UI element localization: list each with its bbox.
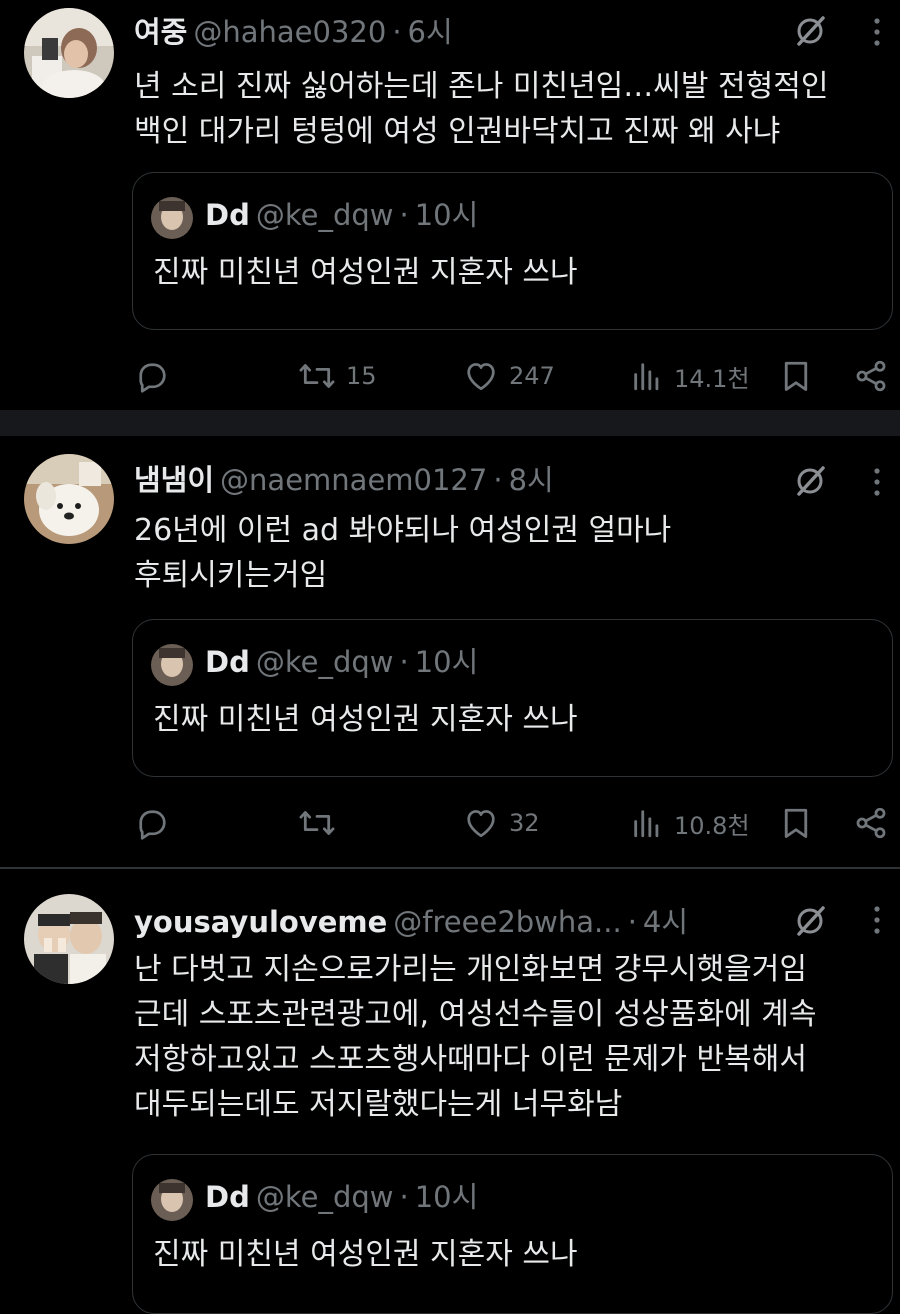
like-button[interactable]: 32 <box>463 798 540 848</box>
quote-text: 진짜 미친년 여성인권 지혼자 쓰나 <box>153 1237 578 1272</box>
tweet-text-line: 근데 스포츠관련광고에, 여성선수들이 성상품화에 계속 <box>134 997 817 1032</box>
action-bar: 32 10.8천 <box>0 798 900 848</box>
reply-icon <box>139 810 166 840</box>
quote-avatar <box>151 197 193 239</box>
separator-dot: · <box>493 463 503 497</box>
quote-header: Dd @ke_dqw · 10시 <box>205 1177 478 1217</box>
bar-chart-icon <box>634 363 659 391</box>
author-handle[interactable]: @naemnaem0127 <box>220 463 487 497</box>
action-bar: 15 247 14.1천 <box>0 351 900 401</box>
tweet-text-line: 난 다벗고 지손으로가리는 개인화보면 걍무시햇을거임 <box>134 952 807 987</box>
tweet-header: 여중 @hahae0320 · 6시 <box>134 14 770 50</box>
bar-chart-icon <box>634 810 659 838</box>
tweet-text-line: 26년에 이런 ad 봐야되나 여성인권 얼마나 <box>134 513 672 548</box>
quote-time: 10시 <box>414 1180 479 1214</box>
heart-icon <box>467 363 495 391</box>
quoted-tweet[interactable]: Dd @ke_dqw · 10시 진짜 미친년 여성인권 지혼자 쓰나 <box>132 172 893 330</box>
share-button[interactable] <box>853 798 889 848</box>
reply-button[interactable] <box>134 351 170 401</box>
avatar[interactable] <box>24 894 114 984</box>
quote-time: 10시 <box>414 645 479 679</box>
views-button[interactable]: 14.1천 <box>630 351 750 401</box>
reply-icon <box>139 363 166 393</box>
separator-dot: · <box>392 15 402 49</box>
tweet-divider <box>0 410 900 436</box>
post-time[interactable]: 6시 <box>408 15 453 49</box>
quote-author-handle: @ke_dqw <box>255 1180 394 1214</box>
like-button[interactable]: 247 <box>463 351 555 401</box>
views-count: 10.8천 <box>674 811 750 840</box>
quote-header: Dd @ke_dqw · 10시 <box>205 642 478 682</box>
share-icon <box>856 807 886 839</box>
separator-dot: · <box>399 645 409 679</box>
tweet-text: 난 다벗고 지손으로가리는 개인화보면 걍무시햇을거임 근데 스포츠관련광고에,… <box>134 947 880 1127</box>
bookmark-button[interactable] <box>778 798 814 848</box>
more-icon[interactable] <box>870 904 884 936</box>
grok-icon[interactable] <box>794 464 828 498</box>
post-time[interactable]: 8시 <box>509 463 554 497</box>
like-count: 32 <box>509 809 540 837</box>
quote-time: 10시 <box>414 198 479 232</box>
bookmark-icon <box>784 808 808 838</box>
separator-dot: · <box>399 198 409 232</box>
tweet-1[interactable]: 여중 @hahae0320 · 6시 년 소리 진짜 싫어하는데 존나 미친년임…씨발… <box>0 0 900 408</box>
separator-dot: · <box>627 905 637 939</box>
grok-icon[interactable] <box>794 14 828 48</box>
quote-author-name: Dd <box>205 645 250 679</box>
author-handle[interactable]: @hahae0320 <box>193 15 386 49</box>
quote-header: Dd @ke_dqw · 10시 <box>205 195 478 235</box>
retweet-count: 15 <box>346 362 377 390</box>
quote-author-handle: @ke_dqw <box>255 198 394 232</box>
reply-button[interactable] <box>134 798 170 848</box>
tweet-3[interactable]: yousayuloveme @freee2bwha... · 4시 난 다벗고 지손으… <box>0 884 900 1314</box>
separator-dot: · <box>399 1180 409 1214</box>
heart-icon <box>467 810 495 838</box>
share-button[interactable] <box>853 351 889 401</box>
like-count: 247 <box>509 362 555 390</box>
retweet-button[interactable]: 15 <box>298 351 377 401</box>
bookmark-icon <box>784 361 808 391</box>
more-icon[interactable] <box>870 16 884 48</box>
avatar[interactable] <box>24 454 114 544</box>
author-handle[interactable]: @freee2bwha... <box>393 905 621 939</box>
quote-avatar <box>151 644 193 686</box>
bookmark-button[interactable] <box>778 351 814 401</box>
tweet-header: yousayuloveme @freee2bwha... · 4시 <box>134 904 770 940</box>
tweet-text-line: 저항하고있고 스포츠행사때마다 이런 문제가 반복해서 <box>134 1042 807 1077</box>
tweet-text: 년 소리 진짜 싫어하는데 존나 미친년임…씨발 전형적인 백인 대가리 텅텅에… <box>134 64 880 154</box>
quote-author-name: Dd <box>205 198 250 232</box>
retweet-button[interactable] <box>298 798 336 848</box>
author-name[interactable]: yousayuloveme <box>134 905 387 939</box>
tweet-text-line: 년 소리 진짜 싫어하는데 존나 미친년임…씨발 전형적인 <box>134 69 829 104</box>
views-button[interactable]: 10.8천 <box>630 798 750 848</box>
author-name[interactable]: 냄냄이 <box>134 463 214 497</box>
quoted-tweet[interactable]: Dd @ke_dqw · 10시 진짜 미친년 여성인권 지혼자 쓰나 <box>132 619 893 777</box>
quote-text: 진짜 미친년 여성인권 지혼자 쓰나 <box>153 255 578 290</box>
quoted-tweet[interactable]: Dd @ke_dqw · 10시 진짜 미친년 여성인권 지혼자 쓰나 <box>132 1154 893 1314</box>
grok-icon[interactable] <box>794 904 828 938</box>
share-icon <box>856 360 886 392</box>
author-name[interactable]: 여중 <box>134 15 187 49</box>
quote-author-handle: @ke_dqw <box>255 645 394 679</box>
views-count: 14.1천 <box>674 364 750 393</box>
more-icon[interactable] <box>870 466 884 498</box>
tweet-text-line: 대두되는데도 저지랄했다는게 너무화남 <box>134 1087 623 1122</box>
retweet-icon <box>299 364 335 388</box>
tweet-header: 냄냄이 @naemnaem0127 · 8시 <box>134 462 770 498</box>
avatar[interactable] <box>24 8 114 98</box>
tweet-2[interactable]: 냄냄이 @naemnaem0127 · 8시 26년에 이런 ad 봐야되나 여성인권… <box>0 446 900 866</box>
quote-text: 진짜 미친년 여성인권 지혼자 쓰나 <box>153 702 578 737</box>
tweet-divider <box>0 867 900 869</box>
quote-avatar <box>151 1179 193 1221</box>
quote-author-name: Dd <box>205 1180 250 1214</box>
post-time[interactable]: 4시 <box>643 905 688 939</box>
tweet-text-line: 후퇴시키는거임 <box>134 558 328 593</box>
tweet-text: 26년에 이런 ad 봐야되나 여성인권 얼마나 후퇴시키는거임 <box>134 508 880 598</box>
tweet-text-line: 백인 대가리 텅텅에 여성 인권바닥치고 진짜 왜 사냐 <box>134 114 781 149</box>
retweet-icon <box>299 811 335 835</box>
